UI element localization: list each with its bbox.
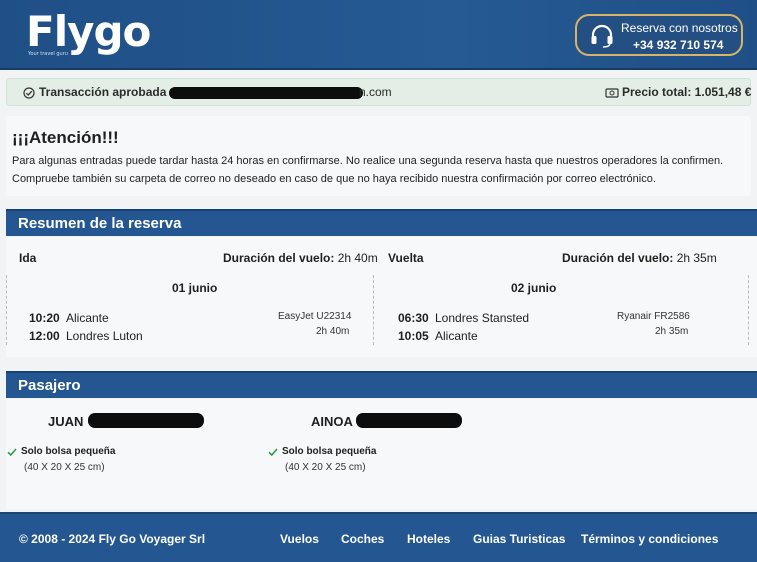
money-icon (605, 88, 619, 98)
return-dep-time: 06:30 (398, 311, 429, 325)
contact-phone-box[interactable]: Reserva con nosotros +34 932 710 574 (575, 14, 743, 56)
baggage-dimensions: (40 X 20 X 25 cm) (285, 462, 366, 473)
footer-link-terminos[interactable]: Términos y condiciones (581, 532, 718, 546)
logo-tagline: Your travel guru (28, 51, 68, 57)
summary-section-header: Resumen de la reserva (6, 209, 757, 236)
contact-title: Reserva con nosotros (621, 21, 738, 35)
divider (6, 275, 7, 345)
email-suffix: n.com (359, 85, 392, 99)
return-label: Vuelta (388, 251, 424, 265)
site-footer: © 2008 - 2024 Fly Go Voyager Srl Vuelos … (0, 512, 757, 562)
outbound-dep-city: Alicante (66, 311, 109, 325)
return-arr-time: 10:05 (398, 329, 429, 343)
outbound-duration-header: Duración del vuelo: 2h 40m (223, 251, 378, 265)
redacted-surname (88, 413, 204, 428)
attention-notice: ¡¡¡Atención!!! Para algunas entradas pue… (6, 116, 751, 196)
baggage-type: Solo bolsa pequeña (21, 446, 116, 457)
passenger-section-header: Pasajero (6, 371, 757, 398)
passenger-name: JUAN (48, 414, 84, 429)
return-duration-value: 2h 35m (676, 251, 717, 265)
divider (748, 275, 749, 345)
return-duration-label: Duración del vuelo: (562, 251, 674, 265)
return-arr-city: Alicante (435, 329, 478, 343)
redacted-email (169, 87, 363, 99)
copyright: © 2008 - 2024 Fly Go Voyager Srl (19, 532, 206, 546)
summary-title: Resumen de la reserva (18, 215, 182, 232)
return-flight-duration: 2h 35m (655, 326, 689, 337)
booking-summary: Ida Duración del vuelo: 2h 40m Vuelta Du… (6, 237, 757, 357)
checkmark-icon (268, 448, 278, 457)
passenger-list: JUAN Solo bolsa pequeña (40 X 20 X 25 cm… (6, 399, 757, 509)
footer-link-coches[interactable]: Coches (341, 532, 384, 546)
transaction-label: Transacción aprobada : (39, 85, 174, 99)
outbound-duration-value: 2h 40m (337, 251, 378, 265)
footer-link-hoteles[interactable]: Hoteles (407, 532, 450, 546)
passenger-title: Pasajero (18, 377, 81, 394)
check-circle-icon (23, 87, 35, 99)
site-header: Flygo Your travel guru Reserva con nosot… (0, 0, 757, 70)
headset-icon (591, 24, 613, 48)
outbound-label: Ida (19, 251, 37, 265)
return-date: 02 junio (511, 281, 557, 295)
transaction-bar: Transacción aprobada : n.com Precio tota… (6, 78, 751, 106)
outbound-duration-label: Duración del vuelo: (223, 251, 335, 265)
outbound-flight-number: EasyJet U22314 (278, 311, 352, 322)
divider (373, 275, 374, 345)
return-duration-header: Duración del vuelo: 2h 35m (562, 251, 717, 265)
outbound-dep-time: 10:20 (29, 311, 60, 325)
contact-phone[interactable]: +34 932 710 574 (633, 38, 723, 52)
baggage-dimensions: (40 X 20 X 25 cm) (24, 462, 105, 473)
footer-link-guias[interactable]: Guias Turisticas (473, 532, 565, 546)
return-flight-number: Ryanair FR2586 (617, 311, 690, 322)
attention-line-1: Para algunas entradas puede tardar hasta… (12, 155, 724, 167)
outbound-arr-time: 12:00 (29, 329, 60, 343)
outbound-date: 01 junio (172, 281, 218, 295)
return-dep-city: Londres Stansted (435, 311, 530, 325)
checkmark-icon (7, 448, 17, 457)
redacted-surname (356, 413, 462, 428)
passenger-name: AINOA (311, 414, 353, 429)
total-price: Precio total: 1.051,48 € (622, 85, 752, 99)
footer-link-vuelos[interactable]: Vuelos (280, 532, 319, 546)
outbound-flight-duration: 2h 40m (316, 326, 350, 337)
outbound-arr-city: Londres Luton (66, 329, 143, 343)
attention-line-2: Compruebe también su carpeta de correo n… (12, 173, 656, 185)
baggage-type: Solo bolsa pequeña (282, 446, 377, 457)
attention-title: ¡¡¡Atención!!! (12, 128, 119, 147)
